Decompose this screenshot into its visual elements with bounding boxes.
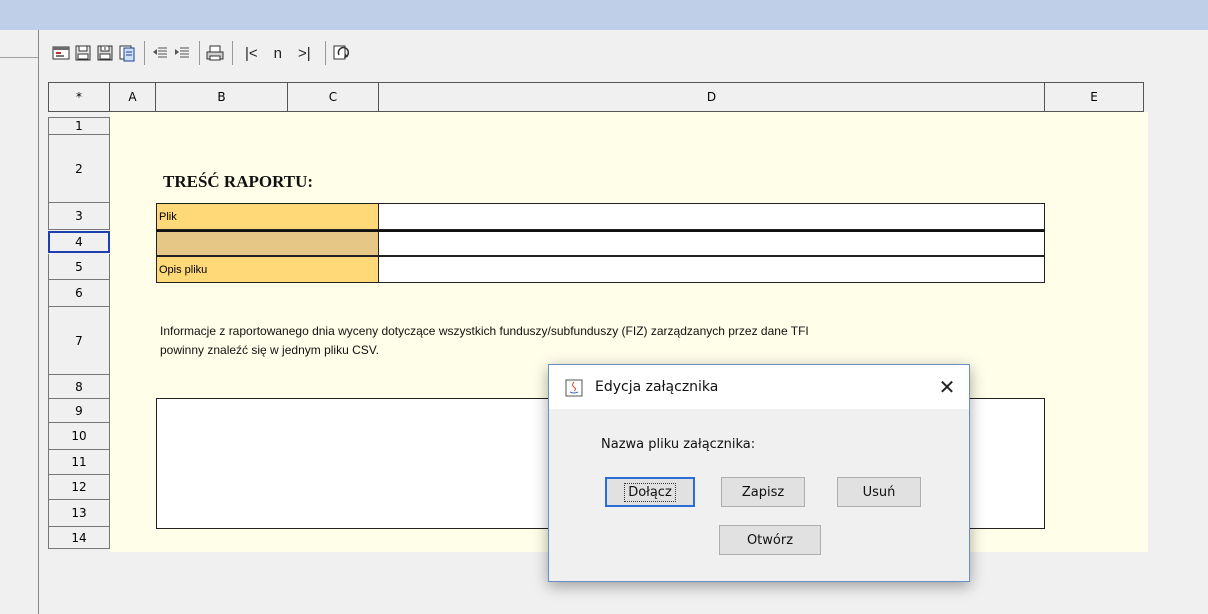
outdent-button[interactable] — [151, 41, 169, 65]
opis-label-cell: Opis pliku — [157, 257, 379, 282]
refresh-button[interactable] — [332, 41, 350, 65]
select-button[interactable] — [52, 41, 70, 65]
info-text: Informacje z raportowanego dnia wyceny d… — [160, 322, 1060, 360]
column-header-b[interactable]: B — [156, 82, 288, 112]
filename-label: Nazwa pliku załącznika: — [601, 437, 756, 452]
row-header-9[interactable]: 9 — [48, 399, 110, 423]
refresh-icon — [333, 45, 349, 60]
attachment-dialog: Edycja załącznika ✕ Nazwa pliku załączni… — [548, 364, 970, 582]
outdent-icon — [153, 47, 167, 58]
close-icon[interactable]: ✕ — [935, 375, 959, 399]
save-as-button[interactable] — [96, 41, 114, 65]
copy-button[interactable] — [118, 41, 136, 65]
attach-button-label: Dołącz — [624, 482, 676, 502]
row-header-14[interactable]: 14 — [48, 527, 110, 549]
info-line-1: Informacje z raportowanego dnia wyceny d… — [160, 324, 809, 338]
toolbar-separator — [144, 41, 145, 65]
row-header-3[interactable]: 3 — [48, 203, 110, 230]
row-header-2[interactable]: 2 — [48, 135, 110, 203]
open-attachment-button[interactable]: Otwórz — [719, 525, 821, 555]
column-header-d[interactable]: D — [379, 82, 1045, 112]
attach-button[interactable]: Dołącz — [605, 477, 695, 507]
row-opis: Opis pliku — [156, 256, 1045, 283]
java-app-icon — [565, 379, 583, 397]
delete-attachment-button[interactable]: Usuń — [837, 477, 921, 507]
row-header-4-selected[interactable]: 4 — [48, 231, 110, 253]
print-icon — [206, 45, 224, 61]
report-title: TREŚĆ RAPORTU: — [163, 172, 314, 191]
plik-value-cell[interactable] — [379, 204, 1044, 229]
toolbar-separator — [232, 41, 233, 65]
toolbar: |< n >| — [52, 36, 354, 70]
row-header-10[interactable]: 10 — [48, 423, 110, 450]
indent-icon — [175, 47, 189, 58]
column-header-a[interactable]: A — [110, 82, 156, 112]
select-icon — [52, 46, 70, 60]
row-header-12[interactable]: 12 — [48, 475, 110, 500]
column-header-c[interactable]: C — [288, 82, 379, 112]
last-record-button[interactable]: >| — [292, 41, 317, 65]
record-number-button[interactable]: n — [268, 41, 288, 65]
dialog-title-bar: Edycja załącznika ✕ — [549, 365, 969, 409]
dialog-title: Edycja załącznika — [595, 379, 719, 395]
left-panel-divider — [0, 57, 38, 58]
row-header-13[interactable]: 13 — [48, 500, 110, 527]
row-plik: Plik — [156, 203, 1045, 230]
row4-label-cell — [157, 232, 379, 255]
window-top-bar — [0, 0, 1208, 30]
first-record-button[interactable]: |< — [239, 41, 264, 65]
row-header-8[interactable]: 8 — [48, 375, 110, 399]
plik-label-cell: Plik — [157, 204, 379, 229]
row-4 — [156, 230, 1045, 256]
row-header-5[interactable]: 5 — [48, 254, 110, 280]
toolbar-separator — [199, 41, 200, 65]
opis-value-cell[interactable] — [379, 257, 1044, 282]
save-as-icon — [97, 45, 113, 61]
column-header-e[interactable]: E — [1045, 82, 1144, 112]
copy-icon — [119, 45, 135, 62]
indent-button[interactable] — [173, 41, 191, 65]
info-line-2: powinny znaleźć się w jednym pliku CSV. — [160, 343, 379, 357]
row-header-6[interactable]: 6 — [48, 280, 110, 307]
save-icon — [75, 45, 91, 61]
select-all-corner[interactable]: * — [48, 82, 110, 112]
print-button[interactable] — [206, 41, 224, 65]
toolbar-separator — [324, 41, 326, 65]
row-header-1[interactable]: 1 — [48, 117, 110, 135]
row-header-11[interactable]: 11 — [48, 450, 110, 475]
row4-value-cell[interactable] — [379, 232, 1044, 255]
row-header-7[interactable]: 7 — [48, 307, 110, 375]
save-button[interactable] — [74, 41, 92, 65]
save-attachment-button[interactable]: Zapisz — [721, 477, 805, 507]
